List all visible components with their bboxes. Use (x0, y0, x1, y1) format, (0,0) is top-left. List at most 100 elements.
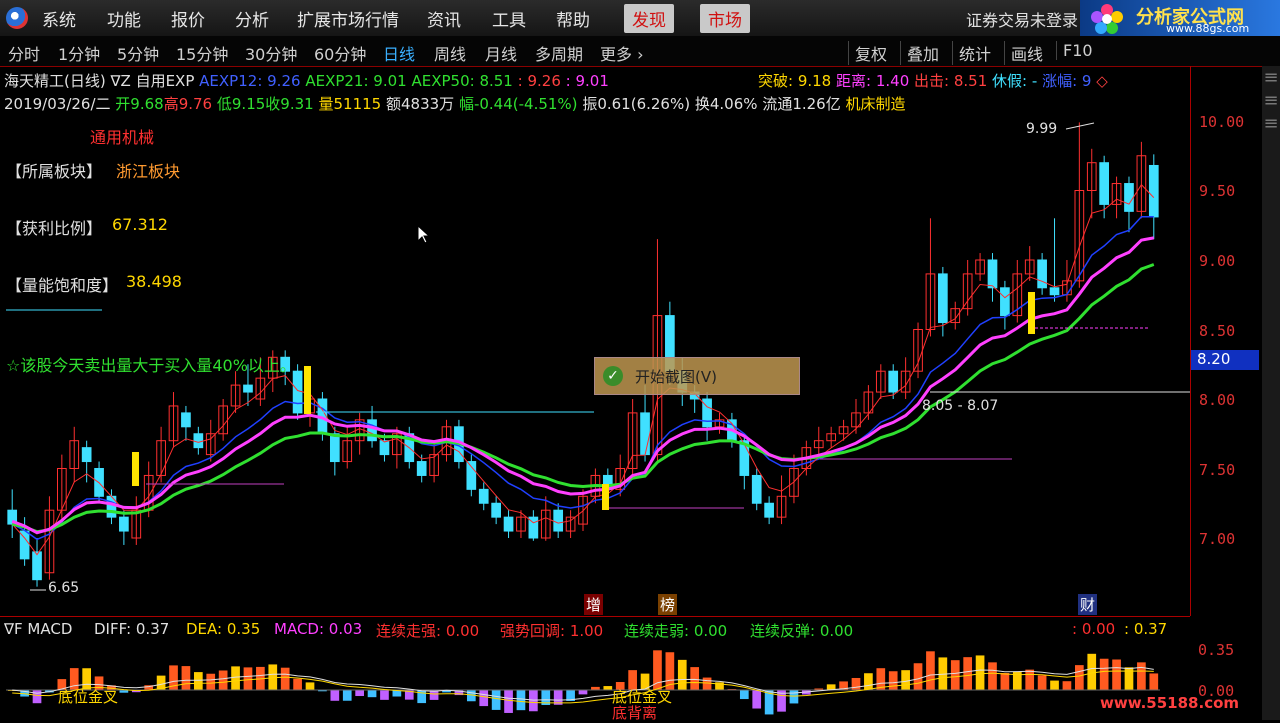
check-icon: ✓ (603, 366, 623, 386)
menu-analysis[interactable]: 分析 (235, 6, 269, 31)
macd-bar (1087, 653, 1097, 690)
tab-daily[interactable]: 日线 (383, 41, 415, 65)
mouse-cursor-icon (418, 226, 430, 244)
candle (751, 474, 762, 504)
macd-bar (926, 651, 935, 690)
tab-15min[interactable]: 15分钟 (176, 41, 228, 65)
tab-60min[interactable]: 60分钟 (314, 41, 366, 65)
rise-value: 涨幅: 9 (1042, 72, 1092, 90)
macd-bar (231, 666, 240, 690)
macd-bar (1149, 673, 1159, 690)
candle (987, 259, 998, 289)
tab-30min[interactable]: 30分钟 (245, 41, 297, 65)
event-marker-add[interactable]: 增 (584, 594, 604, 615)
right-scrollbar[interactable]: ≡ ≡ ≡ (1262, 66, 1280, 720)
signal-header: 突破: 9.18 距离: 1.40 出击: 8.51 休假: - 涨幅: 9 ◇ (758, 70, 1108, 91)
candle (81, 447, 92, 463)
macd-bar (218, 670, 228, 690)
macd-bar (1137, 662, 1146, 690)
btn-adjust[interactable]: 复权 (848, 41, 887, 65)
menu-discover[interactable]: 发现 (624, 4, 674, 33)
menu-system[interactable]: 系统 (42, 6, 76, 31)
indicator-header: 海天精工(日线) ∇Z 自用EXP AEXP12: 9.26 AEXP21: 9… (4, 70, 609, 91)
macd-bar (1099, 658, 1109, 690)
tab-timeshare[interactable]: 分时 (8, 41, 40, 65)
tab-1min[interactable]: 1分钟 (58, 41, 100, 65)
macd-bar (1000, 672, 1010, 690)
macd-bar (1037, 675, 1047, 690)
quote-change: 幅-0.44(-4.51%) (458, 95, 578, 113)
signal-bar (304, 366, 311, 414)
volume-saturation-value: 38.498 (126, 272, 182, 291)
side-glyph: ≡ (1263, 90, 1279, 111)
menu-news[interactable]: 资讯 (427, 6, 461, 31)
candle (553, 509, 564, 532)
menu-help[interactable]: 帮助 (556, 6, 590, 31)
brand-url: www.88gs.com (1166, 22, 1250, 35)
macd-bar (516, 690, 526, 711)
tab-monthly[interactable]: 月线 (485, 41, 517, 65)
signal-bar (132, 452, 139, 486)
candle (1124, 183, 1134, 212)
macd-bar (32, 690, 42, 704)
menu-quote[interactable]: 报价 (171, 6, 205, 31)
side-glyph: ≡ (1263, 67, 1279, 88)
event-marker-finance[interactable]: 财 (1078, 594, 1098, 615)
macd-bar (950, 660, 960, 690)
candle (292, 370, 303, 414)
menu-bar: 系统 功能 报价 分析 扩展市场行情 资讯 工具 帮助 发现 市场 证券交易未登… (0, 0, 1280, 37)
candle (1099, 162, 1110, 205)
candle (119, 516, 129, 532)
macd-bar (280, 667, 290, 690)
macd-header: ∇F MACD DIFF: 0.37 DEA: 0.35 MACD: 0.03 … (0, 616, 1190, 641)
candle (491, 502, 501, 518)
tab-multi-period[interactable]: 多周期 (535, 41, 583, 65)
price-tick: 7.50 (1199, 461, 1236, 479)
stock-name: 海天精工(日线) (4, 72, 106, 90)
signal-bar (1028, 292, 1035, 334)
volume-saturation-label: 【量能饱和度】 (6, 276, 119, 295)
macd-title[interactable]: ∇F MACD (4, 620, 72, 638)
candle (243, 384, 253, 393)
tab-weekly[interactable]: 周线 (434, 41, 466, 65)
sell-note: ☆该股今天卖出量大于买入量40%以上。 (6, 356, 296, 375)
macd-bar (380, 690, 389, 700)
candle (938, 273, 948, 324)
menu-market[interactable]: 市场 (700, 4, 750, 33)
sector-tag: 通用机械 (90, 128, 155, 147)
low-label: 6.65 (48, 580, 80, 596)
screenshot-label[interactable]: 开始截图(V) (635, 366, 717, 387)
candle (367, 419, 377, 442)
formula-name[interactable]: ∇Z 自用EXP (111, 72, 195, 90)
tab-more[interactable]: 更多 › (600, 41, 644, 65)
candle (466, 461, 477, 490)
tab-5min[interactable]: 5分钟 (117, 41, 159, 65)
signal-bar (602, 484, 609, 510)
macd-bar (913, 663, 923, 690)
price-tick: 8.50 (1199, 322, 1236, 340)
screenshot-popup[interactable]: ✓ 开始截图(V) (594, 357, 800, 395)
btn-overlay[interactable]: 叠加 (900, 41, 939, 65)
macd-bar (355, 690, 364, 697)
quote-volume: 量51115 (318, 95, 382, 113)
high-label: 9.99 (1026, 121, 1058, 137)
macd-bar (367, 690, 377, 698)
menu-function[interactable]: 功能 (107, 6, 141, 31)
high-arrow (1065, 122, 1095, 130)
brand-banner: 分析家公式网 www.88gs.com (1080, 0, 1280, 36)
macd-bar (578, 690, 588, 695)
candle (888, 370, 899, 393)
macd-bar (193, 672, 203, 690)
period-toolbar: 分时 1分钟 5分钟 15分钟 30分钟 60分钟 日线 周线 月线 多周期 更… (0, 36, 1280, 67)
macd-bar (901, 670, 910, 690)
btn-draw-line[interactable]: 画线 (1004, 41, 1043, 65)
btn-f10[interactable]: F10 (1056, 41, 1093, 60)
profit-value: 67.312 (112, 215, 168, 234)
price-tick: 9.50 (1199, 182, 1236, 200)
menu-extended-market[interactable]: 扩展市场行情 (297, 6, 399, 31)
macd-bar (789, 690, 799, 704)
event-marker-list[interactable]: 榜 (658, 594, 678, 615)
menu-tools[interactable]: 工具 (492, 6, 526, 31)
btn-statistics[interactable]: 统计 (952, 41, 991, 65)
macd-bar (504, 690, 513, 713)
